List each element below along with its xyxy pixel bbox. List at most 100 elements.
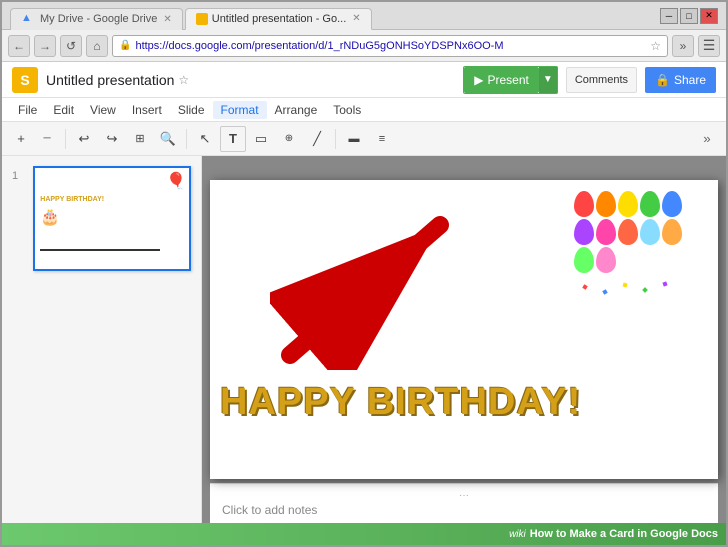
menu-edit[interactable]: Edit [45, 101, 82, 119]
present-button[interactable]: ▶ Present [464, 67, 539, 93]
url-text: https://docs.google.com/presentation/d/1… [135, 40, 650, 52]
logo-letter: S [20, 72, 29, 88]
share-lock-icon: 🔒 [655, 73, 670, 87]
shape-tool[interactable]: ▭ [248, 126, 274, 152]
title-bar: ▲ My Drive - Google Drive ✕ Untitled pre… [2, 2, 726, 30]
slide-number: 1 [12, 170, 27, 271]
window-controls: ─ □ ✕ [660, 8, 718, 24]
balloon-yellow [618, 191, 638, 217]
present-dropdown[interactable]: ▼ [539, 67, 557, 93]
redo-button[interactable]: ↪ [99, 126, 125, 152]
tab-presentation-close[interactable]: ✕ [352, 13, 360, 24]
slide-thumbnail-1[interactable]: 🎈 HAPPY BIRTHDAY! 🎂 [33, 166, 191, 271]
thumb-content: HAPPY BIRTHDAY! 🎂 [40, 196, 184, 227]
wikihow-prefix: wiki [509, 529, 526, 540]
maximize-button[interactable]: □ [680, 8, 698, 24]
thumb-birthday-text: HAPPY BIRTHDAY! [40, 196, 184, 203]
birthday-text: HAPPY BIRTHDAY! [220, 382, 578, 424]
forward-button[interactable]: → [34, 35, 56, 57]
slides-header-right: ▶ Present ▼ Comments 🔒 Share [463, 66, 716, 94]
layout-tool[interactable]: ≡ [369, 126, 395, 152]
arrow-svg [270, 200, 480, 370]
image-tool[interactable]: ⊕ [276, 126, 302, 152]
extensions-button[interactable]: » [672, 35, 694, 57]
tool-group-zoom: + ─ [8, 126, 60, 152]
share-button[interactable]: 🔒 Share [645, 67, 716, 93]
red-arrow [270, 200, 480, 375]
zoom-in-button[interactable]: + [8, 126, 34, 152]
slides-logo: S [12, 67, 38, 93]
notes-placeholder: Click to add notes [222, 503, 317, 517]
thumb-underline [40, 249, 160, 251]
menu-format[interactable]: Format [213, 101, 267, 119]
balloon-lightblue [640, 219, 660, 245]
tab-bar: ▲ My Drive - Google Drive ✕ Untitled pre… [10, 2, 374, 30]
slide-thumb-container: 1 🎈 HAPPY BIRTHDAY! 🎂 [12, 166, 191, 271]
menu-file[interactable]: File [10, 101, 45, 119]
notes-dots: ··· [222, 490, 706, 501]
menu-insert[interactable]: Insert [124, 101, 170, 119]
toolbar-collapse[interactable]: » [694, 126, 720, 152]
balloon-blue [662, 191, 682, 217]
lock-icon: 🔒 [119, 40, 131, 51]
wikihow-bar: wiki How to Make a Card in Google Docs [2, 523, 726, 545]
present-label: Present [487, 73, 528, 87]
slides-panel: 1 🎈 HAPPY BIRTHDAY! 🎂 [2, 156, 202, 523]
notes-area[interactable]: ··· Click to add notes [210, 483, 718, 523]
toolbar: + ─ ↩ ↪ ⊞ 🔍 ↖ T ▭ ⊕ ╱ ▬ ≡ » [2, 122, 726, 156]
toolbar-separator-1 [65, 129, 66, 149]
menu-tools[interactable]: Tools [325, 101, 369, 119]
zoom-button[interactable]: 🔍 [155, 126, 181, 152]
confetti [573, 280, 703, 310]
back-button[interactable]: ← [8, 35, 30, 57]
share-label: Share [674, 73, 706, 87]
text-tool[interactable]: T [220, 126, 246, 152]
wikihow-label: How to Make a Card in Google Docs [530, 528, 718, 540]
balloon-green [640, 191, 660, 217]
thumb-balloons: 🎈 [166, 171, 186, 191]
balloon-group [573, 190, 703, 274]
tab-google-drive[interactable]: ▲ My Drive - Google Drive ✕ [10, 8, 183, 30]
menu-arrange[interactable]: Arrange [267, 101, 326, 119]
close-button[interactable]: ✕ [700, 8, 718, 24]
browser-menu-button[interactable]: ☰ [698, 35, 720, 57]
browser-window: ▲ My Drive - Google Drive ✕ Untitled pre… [0, 0, 728, 547]
tab-presentation[interactable]: Untitled presentation - Go... ✕ [185, 8, 372, 30]
balloon-lightpink [596, 247, 616, 273]
slides-title-area: Untitled presentation ☆ [46, 72, 189, 88]
canvas-area: HAPPY BIRTHDAY! ··· Click to add notes [202, 156, 726, 523]
line-tool[interactable]: ╱ [304, 126, 330, 152]
comment-tool[interactable]: ▬ [341, 126, 367, 152]
presentation-title[interactable]: Untitled presentation [46, 72, 174, 88]
menu-slide[interactable]: Slide [170, 101, 213, 119]
balloon-pink [596, 219, 616, 245]
toolbar-separator-2 [186, 129, 187, 149]
notes-separator [210, 164, 718, 176]
balloon-orange [596, 191, 616, 217]
bookmark-icon[interactable]: ☆ [650, 39, 661, 53]
print-button[interactable]: ⊞ [127, 126, 153, 152]
play-icon: ▶ [474, 73, 483, 87]
home-button[interactable]: ⌂ [86, 35, 108, 57]
menu-bar: File Edit View Insert Slide Format Arran… [2, 98, 726, 122]
comments-button[interactable]: Comments [566, 67, 637, 93]
balloons-decoration [573, 190, 703, 310]
slides-header: S Untitled presentation ☆ ▶ Present ▼ Co… [2, 62, 726, 98]
drive-favicon: ▲ [21, 12, 35, 26]
url-bar[interactable]: 🔒 https://docs.google.com/presentation/d… [112, 35, 668, 57]
undo-button[interactable]: ↩ [71, 126, 97, 152]
address-bar: ← → ↺ ⌂ 🔒 https://docs.google.com/presen… [2, 30, 726, 62]
slides-app: S Untitled presentation ☆ ▶ Present ▼ Co… [2, 62, 726, 523]
balloon-lime [574, 247, 594, 273]
minimize-button[interactable]: ─ [660, 8, 678, 24]
star-icon[interactable]: ☆ [178, 73, 189, 87]
zoom-out-button[interactable]: ─ [34, 126, 60, 152]
tab-drive-close[interactable]: ✕ [163, 14, 171, 25]
refresh-button[interactable]: ↺ [60, 35, 82, 57]
menu-view[interactable]: View [82, 101, 124, 119]
present-button-group: ▶ Present ▼ [463, 66, 558, 94]
select-tool[interactable]: ↖ [192, 126, 218, 152]
slide-canvas[interactable]: HAPPY BIRTHDAY! [210, 180, 718, 479]
balloon-purple [574, 219, 594, 245]
balloon-red [574, 191, 594, 217]
